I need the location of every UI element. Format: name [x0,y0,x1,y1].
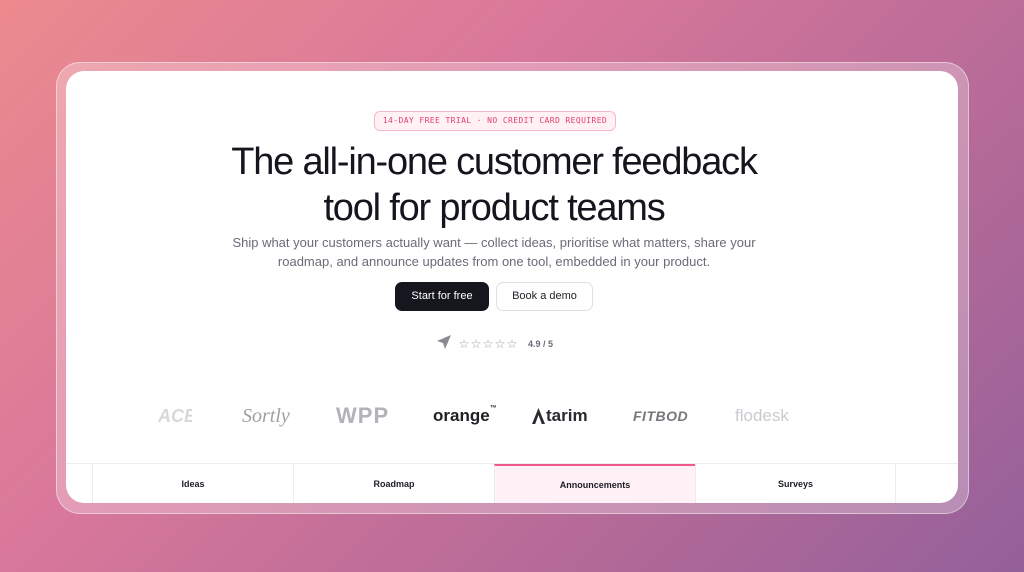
rating-row: ☆ ☆ ☆ ☆ ☆ 4.9 / 5 [436,334,554,355]
headline-line-2: tool for product teams [323,187,665,229]
tab-announcements[interactable]: Announcements [494,464,695,503]
hero-card: 14-DAY FREE TRIAL · NO CREDIT CARD REQUI… [66,71,958,503]
sortly-logo: Sortly [242,405,290,427]
atarim-mark-icon [532,408,545,424]
tab-roadmap[interactable]: Roadmap [293,464,494,503]
star-icon: ☆ [494,337,506,351]
star-icon: ☆ [482,337,494,351]
partial-logo: ACE [158,406,192,426]
atarim-logo: tarim [532,401,588,431]
send-arrow-icon [436,334,452,355]
headline-line-1: The all-in-one customer feedback [231,141,758,183]
tab-surveys[interactable]: Surveys [695,464,896,503]
customer-logos: ACE Sortly WPP orange™ tarim FITBOD flod… [66,401,958,431]
flodesk-logo: flodesk [735,406,789,425]
rating-score: 4.9 / 5 [528,339,554,349]
star-icon: ☆ [506,337,518,351]
tab-ideas[interactable]: Ideas [92,464,293,503]
free-trial-badge: 14-DAY FREE TRIAL · NO CREDIT CARD REQUI… [374,111,616,131]
wpp-logo: WPP [336,403,390,428]
fitbod-logo: FITBOD [633,408,689,424]
start-for-free-button[interactable]: Start for free [395,282,489,311]
book-a-demo-button[interactable]: Book a demo [496,282,593,311]
hero-subtitle: Ship what your customers actually want —… [232,235,756,269]
hero-headline: The all-in-one customer feedback tool fo… [66,139,922,231]
star-icon: ☆ [458,337,470,351]
orange-logo: orange™ [433,401,497,431]
star-rating: ☆ ☆ ☆ ☆ ☆ [458,337,518,351]
product-tabs: Ideas Roadmap Announcements Surveys [66,463,958,503]
orange-logo-text: orange [433,406,490,425]
trademark-mark: ™ [489,405,497,412]
atarim-logo-text: tarim [546,406,588,425]
star-icon: ☆ [470,337,482,351]
